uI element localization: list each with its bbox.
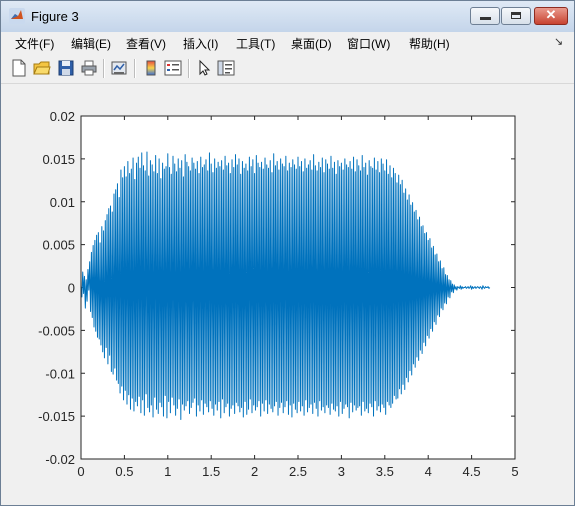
menu-edit[interactable]: 编辑(E) — [71, 35, 111, 52]
maximize-button[interactable] — [501, 7, 531, 25]
print-icon[interactable] — [80, 59, 98, 77]
y-tick-label: -0.01 — [45, 366, 75, 381]
new-figure-icon[interactable] — [10, 59, 28, 77]
x-tick-label: 0.5 — [115, 464, 133, 479]
y-tick-label: -0.015 — [38, 409, 75, 424]
x-tick-label: 3.5 — [376, 464, 394, 479]
y-tick-label: 0 — [68, 281, 75, 296]
axes-chart[interactable]: 0 0.5 1 1.5 2 2.5 3 3.5 4 4.5 5 0.02 0.015 0.01 0.005 0… — [1, 84, 574, 505]
x-tick-label: 0 — [77, 464, 84, 479]
show-plot-tools-icon[interactable] — [217, 59, 235, 77]
toolbar-separator — [103, 59, 105, 78]
insert-legend-icon[interactable] — [164, 59, 182, 77]
figure-toolbar — [1, 54, 574, 84]
menu-file[interactable]: 文件(F) — [15, 35, 54, 52]
y-tick-label: -0.005 — [38, 323, 75, 338]
y-tick-label: 0.015 — [42, 152, 75, 167]
y-tick-label: 0.02 — [50, 109, 75, 124]
open-file-icon[interactable] — [33, 59, 51, 77]
x-tick-label: 1 — [164, 464, 171, 479]
y-tick-label: 0.01 — [50, 195, 75, 210]
minimize-button[interactable] — [470, 7, 500, 25]
minimize-icon — [480, 17, 491, 20]
menu-desktop[interactable]: 桌面(D) — [291, 35, 332, 52]
x-tick-label: 5 — [511, 464, 518, 479]
x-tick-label: 4 — [425, 464, 432, 479]
menu-view[interactable]: 查看(V) — [126, 35, 166, 52]
figure-canvas: 0 0.5 1 1.5 2 2.5 3 3.5 4 4.5 5 0.02 0.015 0.01 0.005 0… — [1, 84, 574, 505]
link-plot-icon[interactable] — [110, 59, 128, 77]
menu-window[interactable]: 窗口(W) — [347, 35, 390, 52]
matlab-logo-icon — [9, 8, 25, 24]
y-tick-label: 0.005 — [42, 238, 75, 253]
menu-bar: 文件(F) 编辑(E) 查看(V) 插入(I) 工具(T) 桌面(D) 窗口(W… — [1, 32, 574, 54]
close-icon: ✕ — [545, 7, 557, 22]
save-icon[interactable] — [57, 59, 75, 77]
y-tick-label: -0.02 — [45, 452, 75, 467]
menu-tools[interactable]: 工具(T) — [236, 35, 275, 52]
menu-help[interactable]: 帮助(H) — [409, 35, 450, 52]
menu-insert[interactable]: 插入(I) — [183, 35, 218, 52]
close-button[interactable]: ✕ — [534, 7, 568, 25]
menu-dock-arrow-icon[interactable]: ↘ — [554, 35, 563, 48]
x-tick-label: 2 — [251, 464, 258, 479]
toolbar-separator — [188, 59, 190, 78]
title-bar[interactable]: Figure 3 ✕ — [1, 1, 574, 33]
window-title: Figure 3 — [31, 9, 79, 24]
insert-colorbar-icon[interactable] — [142, 59, 160, 77]
x-tick-label: 3 — [338, 464, 345, 479]
toolbar-separator — [134, 59, 136, 78]
edit-plot-arrow-icon[interactable] — [196, 59, 214, 77]
maximize-icon — [511, 12, 521, 19]
figure-window: Figure 3 ✕ 文件(F) 编辑(E) 查看(V) 插入(I) 工具(T)… — [0, 0, 575, 506]
x-tick-label: 1.5 — [202, 464, 220, 479]
x-tick-label: 2.5 — [289, 464, 307, 479]
x-tick-label: 4.5 — [463, 464, 481, 479]
